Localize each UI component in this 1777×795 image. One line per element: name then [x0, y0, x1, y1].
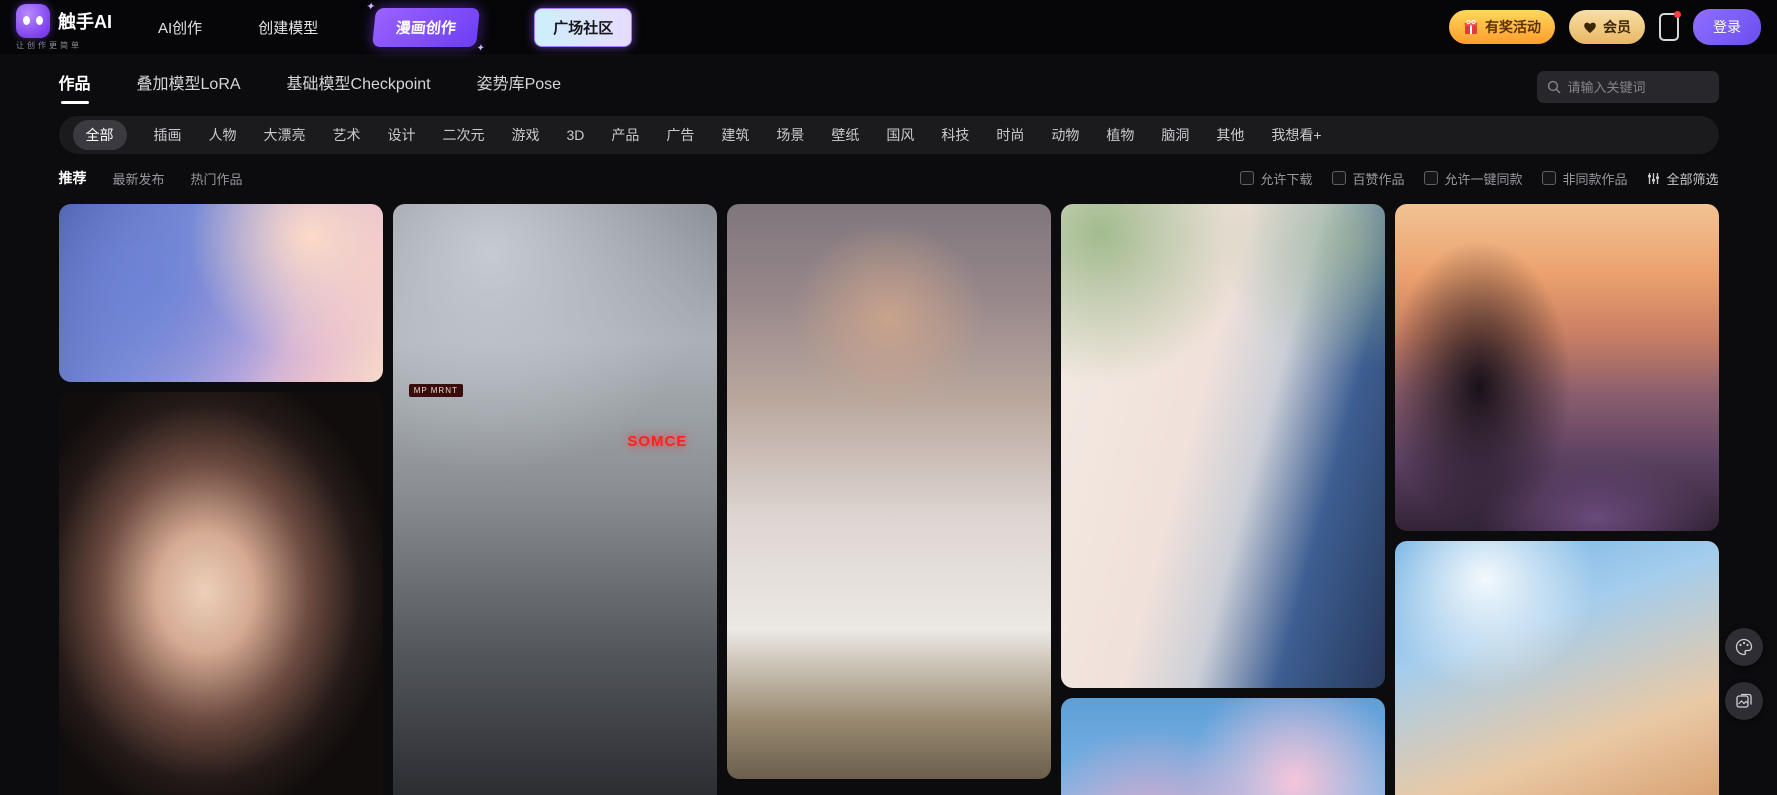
images-icon: [1735, 692, 1753, 710]
category-bar: 全部 插画 人物 大漂亮 艺术 设计 二次元 游戏 3D 产品 广告 建筑 场景…: [58, 116, 1719, 154]
category-animal[interactable]: 动物: [1051, 125, 1079, 145]
sort-recommended[interactable]: 推荐: [59, 168, 87, 188]
activity-button[interactable]: 有奖活动: [1449, 10, 1555, 44]
category-person[interactable]: 人物: [209, 125, 237, 145]
checkbox-label: 百赞作品: [1352, 171, 1405, 187]
artwork-card-sky-girl-portrait[interactable]: [1394, 541, 1719, 795]
checkbox-label: 允许一键同款: [1444, 171, 1523, 187]
category-anime[interactable]: 二次元: [443, 125, 485, 145]
palette-icon: [1735, 638, 1753, 656]
tabs-row: 作品 叠加模型LoRA 基础模型Checkpoint 姿势库Pose: [59, 70, 1744, 104]
brand-name: 触手AI: [58, 11, 112, 32]
nav-community[interactable]: 广场社区: [534, 7, 633, 47]
category-creative[interactable]: 脑洞: [1161, 125, 1189, 145]
tab-pose[interactable]: 姿势库Pose: [477, 70, 561, 104]
category-other[interactable]: 其他: [1216, 125, 1244, 145]
artwork-card-pink-flowers[interactable]: [1060, 698, 1385, 795]
floating-gallery-button[interactable]: [1725, 682, 1763, 720]
top-navbar: 触手AI 让创作更简单 AI创作 创建模型 漫画创作 广场社区 有奖活动 会员 …: [0, 0, 1777, 54]
tab-works[interactable]: 作品: [59, 70, 91, 104]
member-button[interactable]: 会员: [1569, 10, 1645, 44]
category-ad[interactable]: 广告: [666, 125, 694, 145]
active-tab-underline: [60, 101, 89, 104]
checkbox-box[interactable]: [1240, 171, 1255, 185]
checkbox-hundred-likes[interactable]: 百赞作品: [1332, 169, 1404, 188]
search-input[interactable]: [1567, 79, 1744, 95]
checkbox-box[interactable]: [1542, 171, 1557, 185]
gallery-column: MP MRNT SOMCE: [392, 204, 717, 795]
login-button[interactable]: 登录: [1693, 9, 1761, 45]
category-plant[interactable]: 植物: [1106, 125, 1134, 145]
category-3d[interactable]: 3D: [567, 127, 585, 143]
artwork-card-wedding-couple[interactable]: [1060, 204, 1385, 688]
search-box[interactable]: [1536, 71, 1744, 103]
artwork-card-street-white-dress[interactable]: MP MRNT SOMCE: [392, 204, 717, 795]
category-art[interactable]: 艺术: [333, 125, 361, 145]
artwork-card-anime-girl-sea[interactable]: [58, 204, 383, 382]
search-icon: [1547, 80, 1561, 94]
gallery-column: [1394, 204, 1719, 795]
neon-sign-text: SOMCE: [627, 433, 688, 451]
checkbox-box[interactable]: [1424, 171, 1439, 185]
brand-logo[interactable]: 触手AI 让创作更简单: [16, 3, 112, 51]
heart-badge-icon: [1583, 21, 1597, 34]
checkbox-allow-same[interactable]: 允许一键同款: [1424, 169, 1522, 188]
tab-label: 叠加模型LoRA: [136, 76, 241, 93]
gift-icon: [1463, 19, 1479, 35]
category-product[interactable]: 产品: [611, 125, 639, 145]
nav-create-model[interactable]: 创建模型: [258, 17, 318, 38]
sort-hot[interactable]: 热门作品: [191, 169, 243, 188]
all-filters-label: 全部筛选: [1666, 171, 1719, 187]
gallery-column: [58, 204, 383, 795]
checkbox-box[interactable]: [1332, 171, 1347, 185]
tab-label: 基础模型Checkpoint: [286, 76, 431, 93]
sort-options: 推荐 最新发布 热门作品: [59, 168, 243, 188]
mobile-app-icon[interactable]: [1659, 11, 1681, 41]
mall-sign-text: MP MRNT: [408, 383, 463, 397]
nav-comic-create[interactable]: 漫画创作: [372, 7, 481, 47]
tentacle-mascot-icon: [16, 3, 50, 38]
category-chinese-style[interactable]: 国风: [886, 125, 914, 145]
category-scene[interactable]: 场景: [776, 125, 804, 145]
artwork-card-white-blouse-portrait[interactable]: [726, 204, 1051, 779]
login-label: 登录: [1713, 19, 1741, 35]
sliders-icon: [1647, 172, 1660, 185]
artwork-card-dark-hair-portrait[interactable]: [58, 392, 383, 795]
tab-checkpoint[interactable]: 基础模型Checkpoint: [287, 70, 431, 104]
section-tabs: 作品 叠加模型LoRA 基础模型Checkpoint 姿势库Pose: [59, 70, 561, 104]
checkbox-allow-download[interactable]: 允许下载: [1240, 169, 1312, 188]
artwork-card-sunset-man[interactable]: [1394, 204, 1719, 531]
checkbox-label: 允许下载: [1260, 171, 1313, 187]
category-beauty[interactable]: 大漂亮: [264, 125, 306, 145]
tab-label: 姿势库Pose: [476, 76, 562, 93]
filter-group: 允许下载 百赞作品 允许一键同款 非同款作品 全部筛选: [1240, 169, 1719, 188]
main-nav: AI创作 创建模型 漫画创作 广场社区: [158, 7, 633, 47]
category-fashion[interactable]: 时尚: [996, 125, 1024, 145]
category-illustration[interactable]: 插画: [154, 125, 182, 145]
gallery-column: [726, 204, 1051, 795]
activity-label: 有奖活动: [1485, 19, 1541, 35]
category-want-more[interactable]: 我想看+: [1271, 125, 1321, 145]
category-design[interactable]: 设计: [388, 125, 416, 145]
tab-label: 作品: [58, 76, 91, 93]
artwork-gallery: MP MRNT SOMCE: [58, 204, 1719, 795]
sort-newest[interactable]: 最新发布: [113, 169, 165, 188]
page-content: 作品 叠加模型LoRA 基础模型Checkpoint 姿势库Pose 请输入关键…: [58, 70, 1744, 795]
sort-row: 推荐 最新发布 热门作品 允许下载 百赞作品 允许一键同款 非同款作品 全部筛选: [59, 168, 1719, 188]
tab-lora[interactable]: 叠加模型LoRA: [137, 70, 241, 104]
category-tech[interactable]: 科技: [941, 125, 969, 145]
navbar-actions: 有奖活动 会员 登录: [1449, 9, 1761, 45]
member-label: 会员: [1603, 19, 1631, 35]
gallery-column: [1060, 204, 1385, 795]
category-game[interactable]: 游戏: [512, 125, 540, 145]
category-architecture[interactable]: 建筑: [721, 125, 749, 145]
all-filters-button[interactable]: 全部筛选: [1647, 169, 1719, 188]
category-wallpaper[interactable]: 壁纸: [831, 125, 859, 145]
checkbox-label: 非同款作品: [1562, 171, 1628, 187]
checkbox-non-same[interactable]: 非同款作品: [1542, 169, 1627, 188]
brand-tagline: 让创作更简单: [16, 40, 82, 50]
nav-ai-create[interactable]: AI创作: [158, 17, 202, 38]
floating-palette-button[interactable]: [1725, 628, 1763, 666]
category-all[interactable]: 全部: [72, 120, 127, 150]
